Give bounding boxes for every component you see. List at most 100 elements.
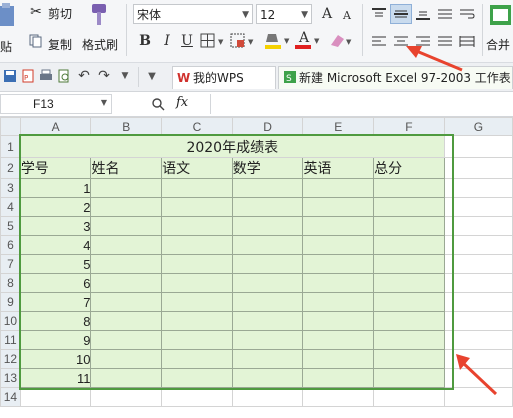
- cell[interactable]: [443, 273, 513, 293]
- select-all-corner[interactable]: [0, 117, 21, 136]
- header-cell-english[interactable]: 英语: [302, 157, 375, 179]
- row-header[interactable]: 2: [0, 157, 21, 179]
- id-cell[interactable]: 3: [19, 216, 92, 236]
- cell[interactable]: [302, 216, 375, 236]
- row-header[interactable]: 12: [0, 349, 21, 369]
- tab-excel-workbook[interactable]: 新建 Microsoft Excel 97-2003 工作表 (: [278, 66, 513, 89]
- id-cell[interactable]: 2: [19, 197, 92, 217]
- cell[interactable]: [443, 178, 513, 198]
- cell[interactable]: [161, 311, 233, 331]
- cell[interactable]: [302, 330, 375, 350]
- cell[interactable]: [90, 349, 163, 369]
- cell[interactable]: [302, 254, 375, 274]
- align-bottom-icon[interactable]: [412, 4, 434, 24]
- header-cell-chinese[interactable]: 语文: [161, 157, 233, 179]
- border-icon[interactable]: ▼: [200, 32, 226, 50]
- cell[interactable]: [90, 216, 163, 236]
- cell[interactable]: [161, 349, 233, 369]
- undo-icon[interactable]: ↶: [76, 68, 92, 84]
- cut-button[interactable]: 剪切: [48, 5, 72, 22]
- fill-color-icon[interactable]: ▼: [264, 30, 292, 52]
- id-cell[interactable]: 10: [19, 349, 92, 369]
- cell[interactable]: [231, 254, 304, 274]
- cell[interactable]: [231, 197, 304, 217]
- cell[interactable]: [231, 273, 304, 293]
- cell[interactable]: [373, 197, 445, 217]
- id-cell[interactable]: 11: [19, 368, 92, 388]
- cell[interactable]: [443, 197, 513, 217]
- bold-button[interactable]: B: [136, 31, 154, 51]
- justify-icon[interactable]: [434, 32, 456, 52]
- column-header-a[interactable]: A: [19, 117, 92, 136]
- align-middle-icon[interactable]: [390, 4, 412, 24]
- cell[interactable]: [231, 178, 304, 198]
- cell[interactable]: [443, 311, 513, 331]
- align-center-icon[interactable]: [390, 32, 412, 52]
- cell[interactable]: [373, 178, 445, 198]
- align-left-icon[interactable]: [368, 32, 390, 52]
- wrap-text-icon[interactable]: [456, 4, 478, 24]
- save-icon[interactable]: [2, 68, 18, 84]
- id-cell[interactable]: 6: [19, 273, 92, 293]
- cell[interactable]: [19, 387, 92, 407]
- row-header[interactable]: 5: [0, 216, 21, 236]
- cell[interactable]: [373, 387, 445, 407]
- cell[interactable]: [161, 216, 233, 236]
- paste-button-label[interactable]: 贴: [0, 38, 12, 55]
- row-header[interactable]: 14: [0, 387, 21, 407]
- id-cell[interactable]: 9: [19, 330, 92, 350]
- cell[interactable]: [373, 311, 445, 331]
- row-header[interactable]: 8: [0, 273, 21, 293]
- id-cell[interactable]: 5: [19, 254, 92, 274]
- cell[interactable]: [373, 349, 445, 369]
- cell[interactable]: [90, 311, 163, 331]
- cell[interactable]: [90, 387, 163, 407]
- more-icon[interactable]: ▼: [144, 68, 160, 84]
- merge-icon[interactable]: [488, 2, 513, 28]
- formula-input[interactable]: [210, 94, 513, 114]
- cell[interactable]: [373, 254, 445, 274]
- clear-format-icon[interactable]: ▼: [328, 31, 354, 51]
- cell[interactable]: [161, 235, 233, 255]
- cell[interactable]: [443, 235, 513, 255]
- cell[interactable]: [231, 368, 304, 388]
- print-icon[interactable]: [38, 68, 54, 84]
- cell[interactable]: [302, 349, 375, 369]
- header-cell-total[interactable]: 总分: [373, 157, 445, 179]
- cell[interactable]: [443, 292, 513, 312]
- cell[interactable]: [161, 178, 233, 198]
- id-cell[interactable]: 4: [19, 235, 92, 255]
- cell[interactable]: [90, 273, 163, 293]
- row-header[interactable]: 1: [0, 135, 21, 158]
- distributed-icon[interactable]: [456, 32, 478, 52]
- row-header[interactable]: 11: [0, 330, 21, 350]
- paste-icon[interactable]: [0, 2, 16, 28]
- header-cell-math[interactable]: 数学: [231, 157, 304, 179]
- customize-toolbar-icon[interactable]: ▼: [118, 68, 132, 84]
- cell[interactable]: [90, 197, 163, 217]
- column-header-b[interactable]: B: [90, 117, 163, 136]
- cell[interactable]: [161, 368, 233, 388]
- name-box[interactable]: F13 ▼: [0, 94, 112, 114]
- cell[interactable]: [373, 273, 445, 293]
- cell[interactable]: [161, 254, 233, 274]
- cell[interactable]: [231, 235, 304, 255]
- column-header-c[interactable]: C: [161, 117, 233, 136]
- cell[interactable]: [161, 387, 233, 407]
- column-header-d[interactable]: D: [231, 117, 304, 136]
- column-header-g[interactable]: G: [443, 117, 513, 136]
- cell[interactable]: [443, 157, 513, 179]
- copy-button[interactable]: 复制: [48, 36, 72, 53]
- row-header[interactable]: 4: [0, 197, 21, 217]
- cell[interactable]: [161, 330, 233, 350]
- merge-button[interactable]: 合并: [486, 36, 510, 53]
- column-header-f[interactable]: F: [373, 117, 445, 136]
- orientation-icon[interactable]: [434, 4, 456, 24]
- cell[interactable]: [161, 292, 233, 312]
- font-size-select[interactable]: 12 ▼: [256, 4, 312, 24]
- header-cell-name[interactable]: 姓名: [90, 157, 163, 179]
- cell[interactable]: [231, 216, 304, 236]
- cell[interactable]: [161, 273, 233, 293]
- fx-label[interactable]: fx: [176, 95, 188, 110]
- id-cell[interactable]: 1: [19, 178, 92, 198]
